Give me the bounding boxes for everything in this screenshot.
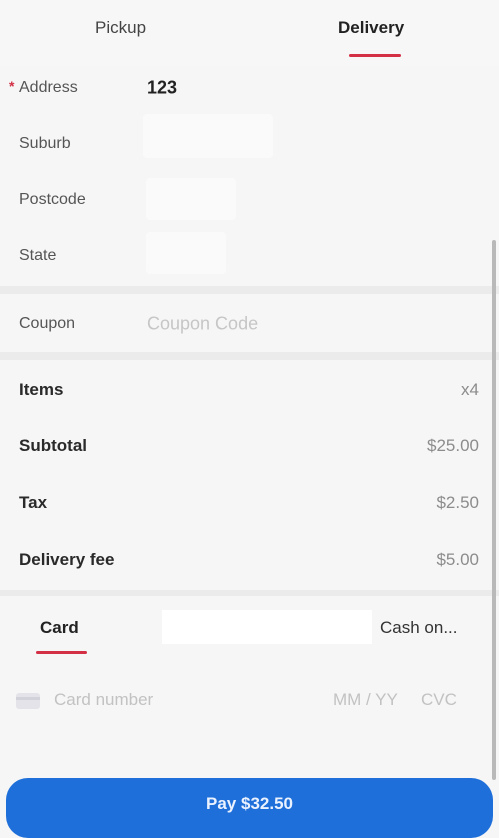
cvc-input[interactable]: CVC [421,690,457,710]
suburb-input[interactable] [143,114,273,158]
tab-active-indicator [349,54,401,57]
pay-button-label: Pay $32.50 [206,794,293,813]
address-input[interactable]: 123 [147,78,177,99]
state-label: State [19,247,57,264]
section-divider [0,352,499,360]
expiry-input[interactable]: MM / YY [333,690,398,710]
items-value: x4 [461,380,479,399]
delivery-fee-label: Delivery fee [19,550,115,569]
subtotal-row: Subtotal $25.00 [0,418,499,474]
tab-pickup[interactable]: Pickup [95,18,146,38]
tab-delivery[interactable]: Delivery [338,18,404,38]
payment-tab-redacted[interactable] [162,610,372,644]
coupon-label: Coupon [19,315,76,332]
address-row[interactable]: Address 123 [0,60,499,116]
state-input[interactable] [146,232,226,274]
subtotal-label: Subtotal [19,436,87,455]
suburb-label: Suburb [19,135,71,152]
scrollbar[interactable] [492,240,496,780]
fulfillment-tabs: Pickup Delivery [0,0,499,66]
section-divider [0,286,499,294]
coupon-input[interactable]: Coupon Code [147,314,258,335]
tab-cash-on-delivery[interactable]: Cash on... [380,618,458,638]
card-icon [16,693,40,709]
coupon-row[interactable]: Coupon Coupon Code [0,296,499,352]
items-row: Items x4 [0,362,499,418]
tax-value: $2.50 [436,493,479,512]
delivery-fee-row: Delivery fee $5.00 [0,532,499,588]
payment-tab-indicator [36,651,87,654]
card-number-input[interactable]: Card number [54,690,153,710]
subtotal-value: $25.00 [427,436,479,455]
tab-card[interactable]: Card [40,618,79,638]
pay-button[interactable]: Pay $32.50 [6,778,493,838]
address-label: Address [19,79,78,96]
tax-row: Tax $2.50 [0,475,499,531]
delivery-fee-value: $5.00 [436,550,479,569]
section-divider [0,590,499,596]
state-row[interactable]: State [0,228,499,284]
postcode-input[interactable] [146,178,236,220]
suburb-row[interactable]: Suburb [0,114,499,172]
postcode-label: Postcode [19,191,86,208]
tax-label: Tax [19,493,48,512]
items-label: Items [19,380,64,399]
postcode-row[interactable]: Postcode [0,172,499,228]
